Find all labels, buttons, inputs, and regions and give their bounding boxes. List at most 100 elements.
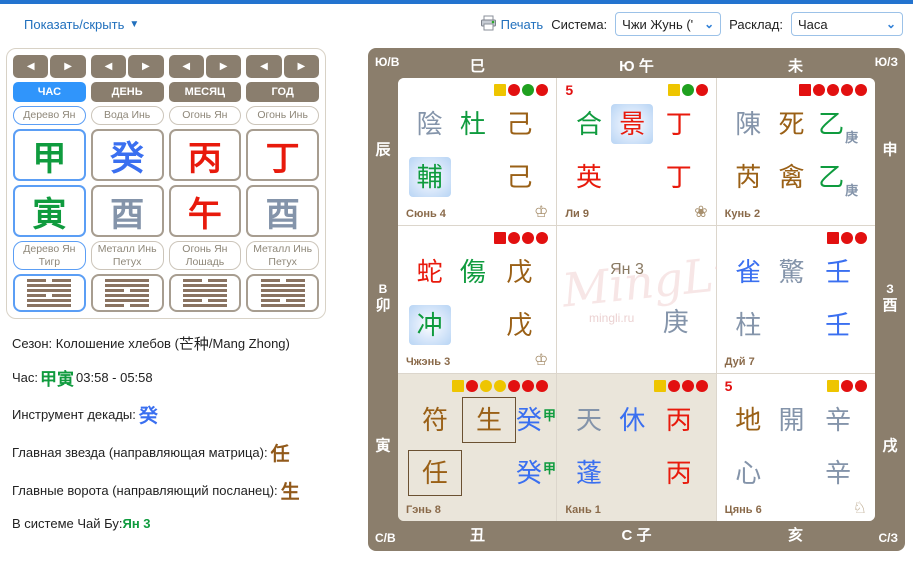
palace-marker: 5 [565,82,573,98]
edge-label-left-0: 辰 [375,142,390,161]
palace-kun-2[interactable]: 陳死乙庚芮禽乙庚 Кунь 2 [717,78,875,225]
info-line-1: Сезон: Колошение хлебов (芒种/Mang Zhong) [12,333,326,354]
show-hide-label: Показать/скрыть [24,17,124,32]
glyph-柱: 柱 [735,312,761,338]
pillar-column-month: ◀▶МЕСЯЦОгонь Ян丙午Огонь ЯнЛошадь [169,55,242,312]
palace-content: 天休丙蓬丙 [567,394,703,499]
crown-icon: ♔ [534,202,548,222]
pillar-arrows-day: ◀▶ [91,55,164,78]
indicator-square-red [827,232,839,244]
indicator-square-red [799,84,811,96]
hexagram-line [27,279,71,282]
prev-year-button[interactable]: ◀ [246,55,281,78]
tab-hour[interactable]: ЧАС [13,82,86,102]
glyph-癸: 癸甲 [516,407,556,433]
next-year-button[interactable]: ▶ [284,55,319,78]
info-segment: 甲寅 [40,365,74,390]
prev-day-button[interactable]: ◀ [91,55,126,78]
indicator-square-yellow [827,380,839,392]
watermark: MingLi [560,247,731,318]
center-cell: MingLimingli.ruЯн 3庚 [557,226,715,373]
glyph-辛: 辛 [825,460,851,486]
glyph-地: 地 [735,407,761,433]
show-hide-toggle[interactable]: Показать/скрыть ▼ [24,17,139,32]
hexagram-line [183,289,227,292]
topbar: Показать/скрыть ▼ Печать Система: Чжи Жу… [0,4,913,44]
glyph-乙: 乙庚 [818,111,858,137]
edge-label-top-3: 未 [788,55,803,76]
hexagram-year[interactable] [246,274,319,312]
indicator-circle-red [855,84,867,96]
indicator-square-red [494,232,506,244]
hexagram-month[interactable] [169,274,242,312]
print-label: Печать [501,17,544,32]
stem-box-hour: 甲 [13,129,86,181]
hexagram-line [27,304,71,307]
knight-icon: ♘ [853,498,867,518]
indicator-dots [494,232,548,244]
tab-month[interactable]: МЕСЯЦ [169,82,242,102]
glyph-蛇: 蛇 [417,259,443,285]
indicator-circle-red [536,84,548,96]
stem-annotation: 庚 [845,184,858,197]
glyph-己: 己 [506,164,532,190]
indicator-circle-red [827,84,839,96]
structure-label: Ян 3 [610,261,644,279]
center-stem-glyph: 庚 [663,302,689,339]
animal-label-month: Огонь ЯнЛошадь [169,241,242,270]
palace-label: Цянь 6 [725,504,762,516]
layout-select[interactable]: Часа ⌄ [791,12,903,36]
highlighted-glyph-輔[interactable]: 輔 [409,157,451,197]
hexagram-line [183,279,227,282]
next-month-button[interactable]: ▶ [206,55,241,78]
hexagram-hour[interactable] [13,274,86,312]
hexagram-day[interactable] [91,274,164,312]
hexagram-line [105,279,149,282]
palace-kan-1[interactable]: 天休丙蓬丙 Кань 1 [557,374,715,521]
tab-day[interactable]: ДЕНЬ [91,82,164,102]
pillar-column-year: ◀▶ГОДОгонь Инь丁酉Металл ИньПетух [246,55,319,312]
glyph-戊: 戊 [506,312,532,338]
printer-icon [480,15,497,34]
print-button[interactable]: Печать [480,15,544,34]
indicator-dots [827,232,867,244]
glyph-丙: 丙 [666,460,692,486]
next-hour-button[interactable]: ▶ [50,55,85,78]
animal-label-hour: Дерево ЯнТигр [13,241,86,270]
pillar-arrows-month: ◀▶ [169,55,242,78]
palace-qian-6[interactable]: 5地開辛心辛Цянь 6♘ [717,374,875,521]
highlighted-glyph-冲[interactable]: 冲 [409,305,451,345]
animal-label-year: Металл ИньПетух [246,241,319,270]
palace-dui-7[interactable]: 雀驚壬柱壬Дуй 7 [717,226,875,373]
indicator-circle-red [841,232,853,244]
tab-year[interactable]: ГОД [246,82,319,102]
glyph-壬: 壬 [825,312,851,338]
boxed-glyph-生[interactable]: 生 [462,397,516,443]
indicator-circle-red [508,232,520,244]
info-segment: 芒种 [179,333,209,354]
palace-xun-4[interactable]: 陰杜己輔己Сюнь 4♔ [398,78,556,225]
element-label-day: Вода Инь [91,106,164,125]
next-day-button[interactable]: ▶ [128,55,163,78]
hexagram-line [183,304,227,307]
chevron-down-icon: ▼ [129,19,139,30]
system-select[interactable]: Чжи Жунь (' ⌄ [615,12,721,36]
boxed-glyph-任[interactable]: 任 [408,450,462,496]
indicator-square-yellow [494,84,506,96]
palace-label: Кань 1 [565,504,601,516]
highlighted-glyph-景[interactable]: 景 [611,104,653,144]
indicator-circle-red [536,232,548,244]
hexagram-line [261,294,305,297]
edge-label-right-2: 戌 [882,438,897,457]
indicator-square-yellow [452,380,464,392]
palace-label: Кунь 2 [725,208,760,220]
indicator-circle-red [841,380,853,392]
palace-zhen-3[interactable]: 蛇傷戊冲戊Чжэнь 3♔ [398,226,556,373]
hexagram-line [105,299,149,302]
palace-content: 陳死乙庚芮禽乙庚 [727,98,863,203]
prev-month-button[interactable]: ◀ [169,55,204,78]
palace-gen-8[interactable]: 符生癸甲任癸甲Гэнь 8 [398,374,556,521]
prev-hour-button[interactable]: ◀ [13,55,48,78]
indicator-circle-green [522,84,534,96]
palace-li-9[interactable]: 5合景丁英丁Ли 9❀ [557,78,715,225]
